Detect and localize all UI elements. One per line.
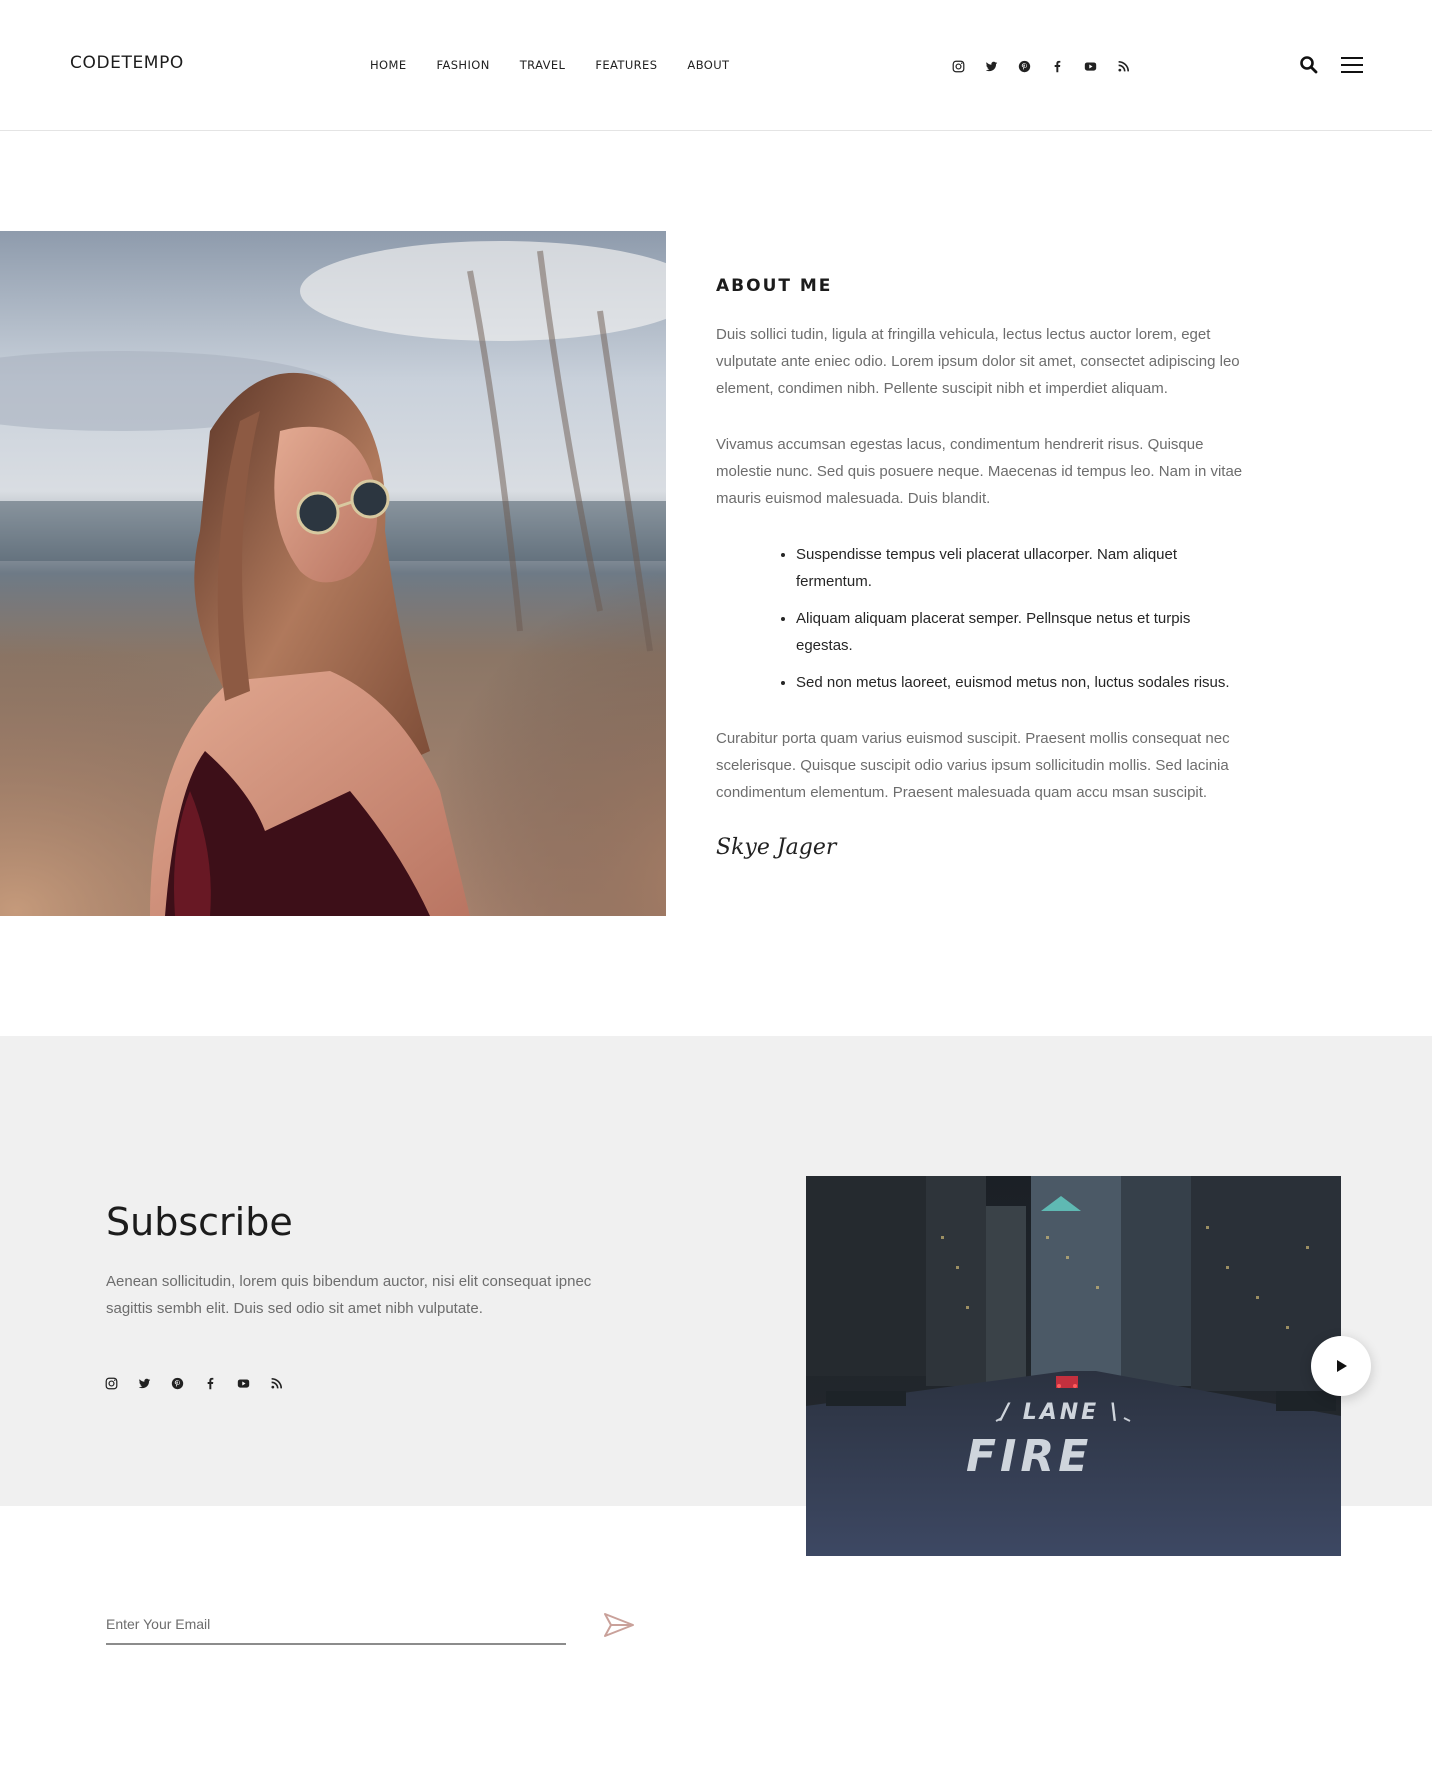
instagram-icon[interactable] — [103, 1375, 119, 1391]
hamburger-menu-icon[interactable] — [1341, 56, 1363, 74]
about-paragraph-3: Curabitur porta quam varius euismod susc… — [716, 730, 1230, 801]
header-social-links — [950, 58, 1131, 74]
twitter-icon[interactable] — [983, 58, 999, 74]
about-paragraph-2: Vivamus accumsan egestas lacus, condimen… — [716, 436, 1243, 507]
instagram-icon[interactable] — [950, 58, 966, 74]
nav-about[interactable]: ABOUT — [687, 58, 729, 72]
about-bullet-list: Suspendisse tempus veli placerat ullacor… — [796, 541, 1246, 696]
facebook-icon[interactable] — [1049, 58, 1065, 74]
subscribe-title: Subscribe — [106, 1200, 293, 1244]
subscribe-description: Aenean sollicitudin, lorem quis bibendum… — [106, 1273, 592, 1317]
email-field-wrapper — [106, 1600, 566, 1645]
rss-icon[interactable] — [268, 1375, 284, 1391]
nav-fashion[interactable]: FASHION — [437, 58, 490, 72]
nav-features[interactable]: FEATURES — [595, 58, 657, 72]
play-button[interactable] — [1311, 1336, 1371, 1396]
about-title: ABOUT ME — [716, 276, 833, 296]
about-content: ABOUT ME Duis sollici tudin, ligula at f… — [716, 276, 1246, 860]
road-text-lane: / LANE \ — [998, 1400, 1121, 1425]
road-text-fire: FIRE — [966, 1431, 1092, 1482]
subscribe-social-links — [103, 1375, 284, 1391]
search-icon[interactable] — [1299, 55, 1319, 75]
youtube-icon[interactable] — [1082, 58, 1098, 74]
send-icon[interactable] — [603, 1611, 635, 1639]
pinterest-icon[interactable] — [1016, 58, 1032, 74]
nav-travel[interactable]: TRAVEL — [520, 58, 566, 72]
about-paragraph-1: Duis sollici tudin, ligula at fringilla … — [716, 326, 1240, 397]
pinterest-icon[interactable] — [169, 1375, 185, 1391]
rss-icon[interactable] — [1115, 58, 1131, 74]
youtube-icon[interactable] — [235, 1375, 251, 1391]
facebook-icon[interactable] — [202, 1375, 218, 1391]
main-nav: HOME FASHION TRAVEL FEATURES ABOUT — [370, 58, 729, 72]
about-portrait-image — [0, 231, 666, 916]
site-header: CODETEMPO HOME FASHION TRAVEL FEATURES A… — [0, 0, 1432, 131]
site-logo[interactable]: CODETEMPO — [70, 53, 184, 73]
list-item: Suspendisse tempus veli placerat ullacor… — [796, 541, 1246, 595]
list-item: Aliquam aliquam placerat semper. Pellnsq… — [796, 605, 1246, 659]
email-field[interactable] — [106, 1600, 566, 1642]
list-item: Sed non metus laoreet, euismod metus non… — [796, 669, 1246, 696]
play-icon — [1337, 1360, 1347, 1372]
twitter-icon[interactable] — [136, 1375, 152, 1391]
author-signature: Skye Jager — [716, 835, 837, 860]
nav-home[interactable]: HOME — [370, 58, 407, 72]
video-thumbnail[interactable]: / LANE \ FIRE — [806, 1176, 1341, 1556]
